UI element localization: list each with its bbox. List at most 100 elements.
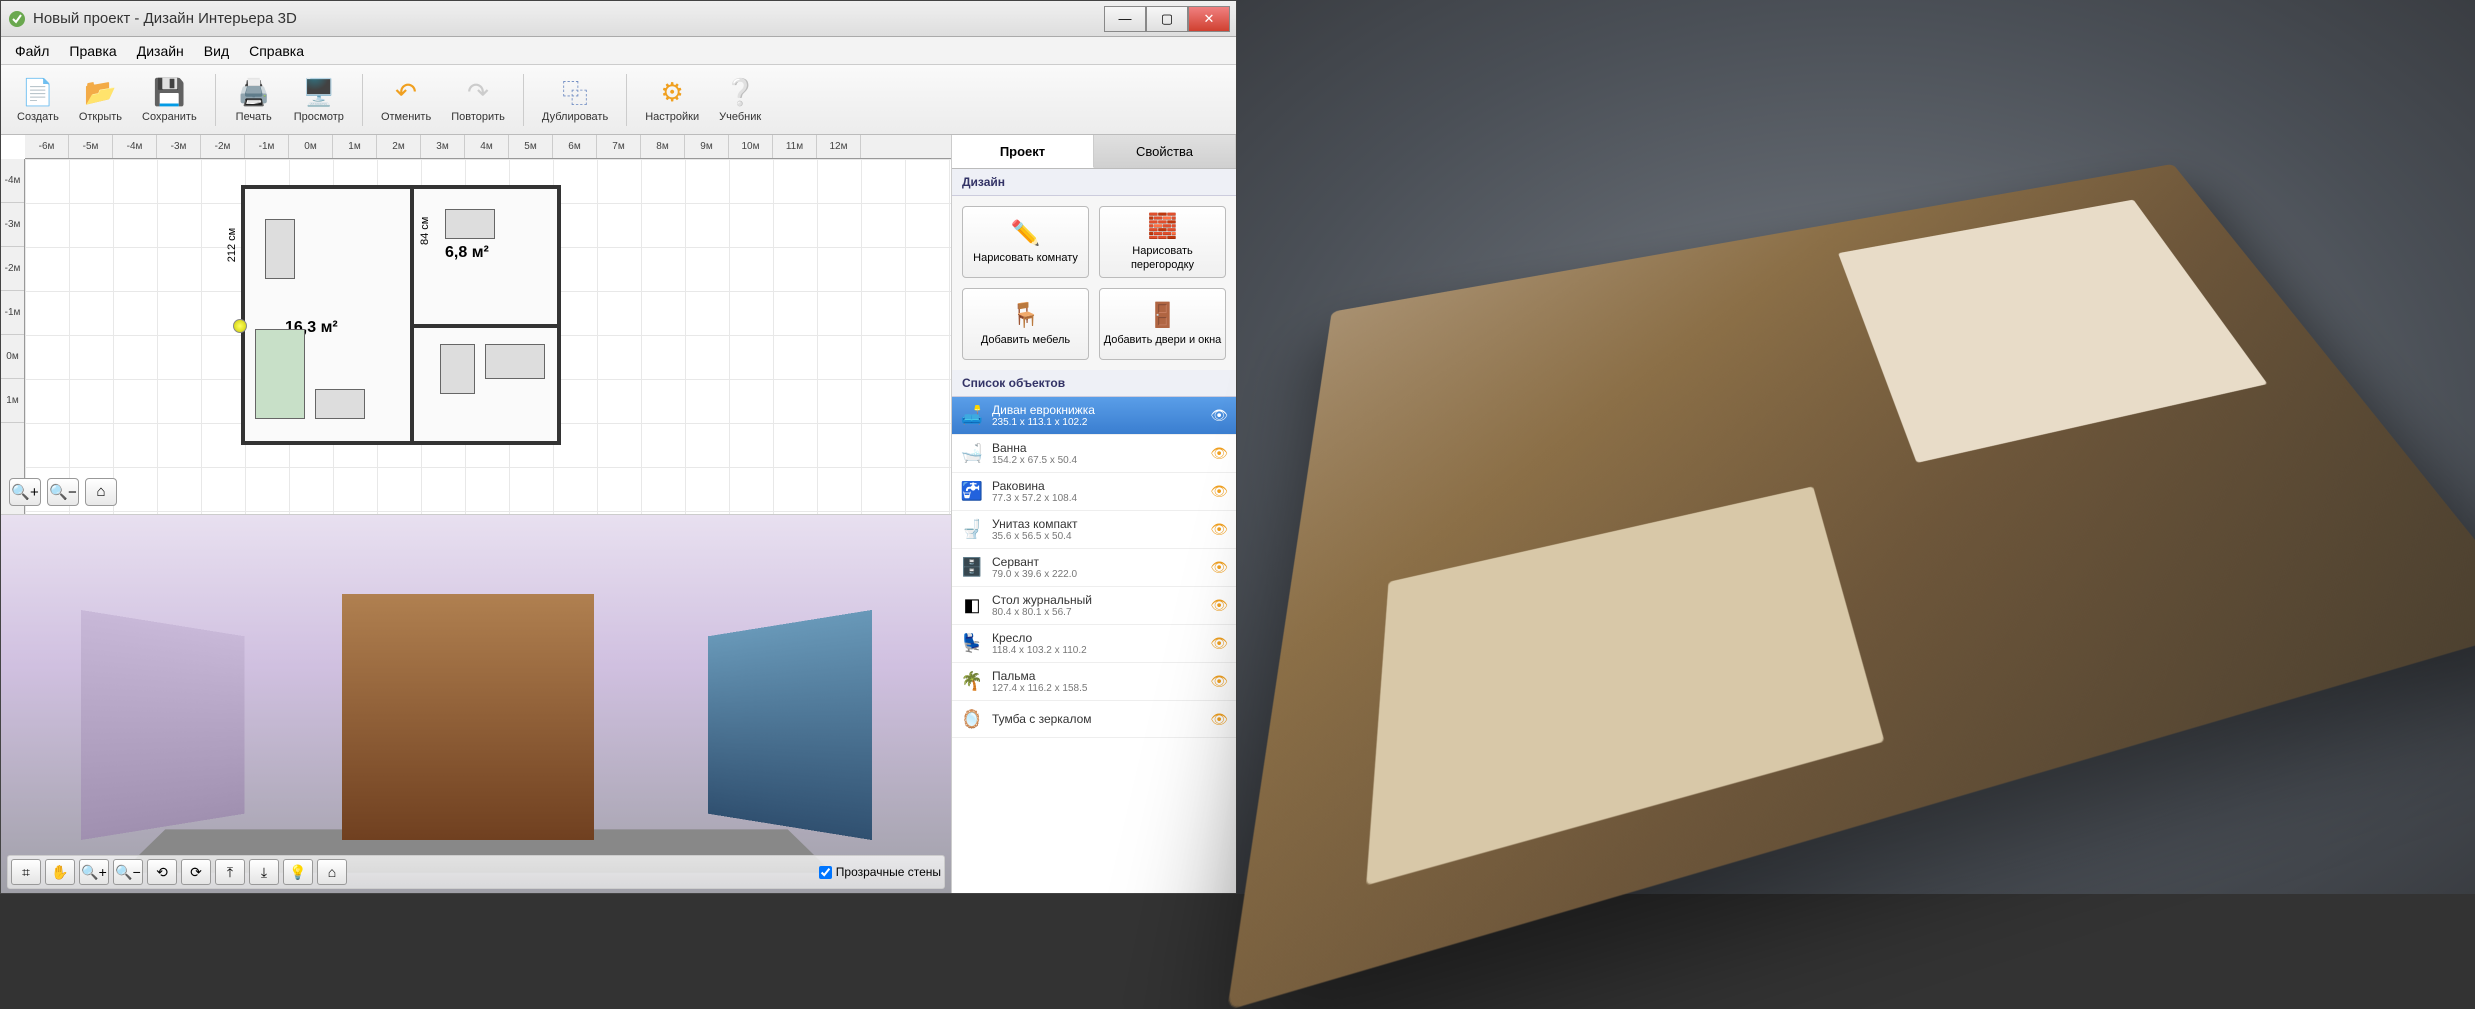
toolbar-separator: [215, 74, 216, 126]
design-button-2[interactable]: 🪑Добавить мебель: [962, 288, 1089, 360]
menu-item-4[interactable]: Справка: [239, 39, 314, 63]
menu-item-1[interactable]: Правка: [59, 39, 126, 63]
toolbar-separator: [523, 74, 524, 126]
visibility-eye-icon[interactable]: 👁: [1210, 559, 1228, 576]
object-item[interactable]: 🛋️Диван еврокнижка235.1 x 113.1 x 102.2👁: [952, 397, 1236, 435]
dimension-label-1: 212 см: [226, 228, 238, 262]
transparent-walls-checkbox[interactable]: Прозрачные стены: [819, 865, 941, 879]
ruler-tick: 9м: [685, 135, 729, 158]
object-text: Сервант79.0 x 39.6 x 222.0: [992, 555, 1202, 580]
visibility-eye-icon[interactable]: 👁: [1210, 483, 1228, 500]
menu-item-3[interactable]: Вид: [194, 39, 239, 63]
design-button-label: Нарисовать комнату: [973, 252, 1078, 265]
toolbar-дублировать[interactable]: ⿻Дублировать: [534, 69, 616, 131]
zoom-in-icon[interactable]: 🔍+: [9, 478, 41, 506]
дублировать-icon: ⿻: [559, 77, 591, 109]
object-item[interactable]: 🛁Ванна154.2 x 67.5 x 50.4👁: [952, 435, 1236, 473]
создать-icon: 📄: [22, 77, 54, 109]
object-dimensions: 154.2 x 67.5 x 50.4: [992, 455, 1202, 466]
visibility-eye-icon[interactable]: 👁: [1210, 711, 1228, 728]
window-title: Новый проект - Дизайн Интерьера 3D: [33, 10, 1104, 27]
rotate-right-icon[interactable]: ⟳: [181, 859, 211, 885]
ruler-tick: -5м: [69, 135, 113, 158]
toolbar-учебник[interactable]: ❔Учебник: [711, 69, 769, 131]
toolbar-просмотр[interactable]: 🖥️Просмотр: [286, 69, 352, 131]
visibility-eye-icon[interactable]: 👁: [1210, 635, 1228, 652]
visibility-eye-icon[interactable]: 👁: [1210, 597, 1228, 614]
toolbar-label: Открыть: [79, 111, 122, 123]
rotate-left-icon[interactable]: ⟲: [147, 859, 177, 885]
zoom-out-icon[interactable]: 🔍−: [47, 478, 79, 506]
zoom-out-icon[interactable]: 🔍−: [113, 859, 143, 885]
toolbar-настройки[interactable]: ⚙Настройки: [637, 69, 707, 131]
object-item[interactable]: ◧Стол журнальный80.4 x 80.1 x 56.7👁: [952, 587, 1236, 625]
object-name: Стол журнальный: [992, 593, 1202, 607]
toolbar-label: Сохранить: [142, 111, 197, 123]
design-button-3[interactable]: 🚪Добавить двери и окна: [1099, 288, 1226, 360]
transparent-walls-label: Прозрачные стены: [836, 865, 941, 879]
furniture-bathtub[interactable]: [485, 344, 545, 379]
menu-item-2[interactable]: Дизайн: [127, 39, 194, 63]
tab-properties[interactable]: Свойства: [1094, 135, 1236, 168]
object-item[interactable]: 🗄️Сервант79.0 x 39.6 x 222.0👁: [952, 549, 1236, 587]
ruler-tick: 7м: [597, 135, 641, 158]
menu-item-0[interactable]: Файл: [5, 39, 59, 63]
floorplan[interactable]: 16,3 м² 6,8 м² 212 см 84 см: [241, 185, 561, 445]
object-icon: 🌴: [960, 670, 984, 694]
toolbar-создать[interactable]: 📄Создать: [9, 69, 67, 131]
wireframe-icon[interactable]: ⌗: [11, 859, 41, 885]
object-item[interactable]: 🪞Тумба с зеркалом👁: [952, 701, 1236, 738]
minimize-button[interactable]: —: [1104, 6, 1146, 32]
zoom-in-icon[interactable]: 🔍+: [79, 859, 109, 885]
object-item[interactable]: 🚽Унитаз компакт35.6 x 56.5 x 50.4👁: [952, 511, 1236, 549]
light-icon[interactable]: 💡: [283, 859, 313, 885]
object-text: Кресло118.4 x 103.2 x 110.2: [992, 631, 1202, 656]
design-button-0[interactable]: ✏️Нарисовать комнату: [962, 206, 1089, 278]
home-icon[interactable]: ⌂: [85, 478, 117, 506]
toolbar-печать[interactable]: 🖨️Печать: [226, 69, 282, 131]
toolbar-сохранить[interactable]: 💾 Сохранить: [134, 69, 205, 131]
transparent-walls-input[interactable]: [819, 866, 832, 879]
toolbar-label: Печать: [236, 111, 272, 123]
object-dimensions: 79.0 x 39.6 x 222.0: [992, 569, 1202, 580]
object-dimensions: 118.4 x 103.2 x 110.2: [992, 645, 1202, 656]
toolbar-открыть[interactable]: 📂Открыть: [71, 69, 130, 131]
design-button-icon: 🚪: [1148, 301, 1178, 330]
object-item[interactable]: 🌴 Пальма127.4 x 116.2 x 158.5 👁: [952, 663, 1236, 701]
object-item[interactable]: 💺Кресло118.4 x 103.2 x 110.2👁: [952, 625, 1236, 663]
visibility-eye-icon[interactable]: 👁: [1210, 407, 1228, 424]
clip-back-icon[interactable]: ⤓: [249, 859, 279, 885]
close-button[interactable]: ✕: [1188, 6, 1230, 32]
ruler-tick: -6м: [25, 135, 69, 158]
object-text: Пальма127.4 x 116.2 x 158.5: [992, 669, 1202, 694]
toolbar-отменить[interactable]: ↶Отменить: [373, 69, 439, 131]
object-dimensions: 77.3 x 57.2 x 108.4: [992, 493, 1202, 504]
pan-icon[interactable]: ✋: [45, 859, 75, 885]
plan-2d-view[interactable]: -6м-5м-4м-3м-2м-1м0м1м2м3м4м5м6м7м8м9м10…: [1, 135, 951, 514]
object-icon: 🚽: [960, 518, 984, 542]
visibility-eye-icon[interactable]: 👁: [1210, 673, 1228, 690]
plan-3d-view[interactable]: ⌗✋🔍+🔍−⟲⟳⤒⤓💡⌂ Прозрачные стены: [1, 514, 951, 894]
furniture-sofa[interactable]: [255, 329, 305, 419]
toolbar-повторить[interactable]: ↷Повторить: [443, 69, 513, 131]
ruler-tick: 1м: [333, 135, 377, 158]
toolbar: 📄Создать📂Открыть 💾 Сохранить 🖨️Печать🖥️Прос…: [1, 65, 1236, 135]
visibility-eye-icon[interactable]: 👁: [1210, 521, 1228, 538]
furniture-toilet[interactable]: [440, 344, 475, 394]
tab-project[interactable]: Проект: [952, 135, 1094, 168]
design-button-1[interactable]: 🧱Нарисовать перегородку: [1099, 206, 1226, 278]
app-window: Новый проект - Дизайн Интерьера 3D — ▢ ✕…: [0, 0, 1237, 894]
object-list[interactable]: 🛋️Диван еврокнижка235.1 x 113.1 x 102.2👁…: [952, 397, 1236, 893]
furniture-table[interactable]: [445, 209, 495, 239]
visibility-eye-icon[interactable]: 👁: [1210, 445, 1228, 462]
сохранить-icon: 💾: [153, 77, 185, 109]
ruler-tick: -1м: [1, 291, 24, 335]
object-item[interactable]: 🚰Раковина77.3 x 57.2 x 108.4👁: [952, 473, 1236, 511]
tabs: Проект Свойства: [952, 135, 1236, 169]
home-icon[interactable]: ⌂: [317, 859, 347, 885]
wall-3d-left: [81, 610, 244, 840]
furniture-coffee-table[interactable]: [315, 389, 365, 419]
clip-forward-icon[interactable]: ⤒: [215, 859, 245, 885]
maximize-button[interactable]: ▢: [1146, 6, 1188, 32]
furniture-cabinet[interactable]: [265, 219, 295, 279]
